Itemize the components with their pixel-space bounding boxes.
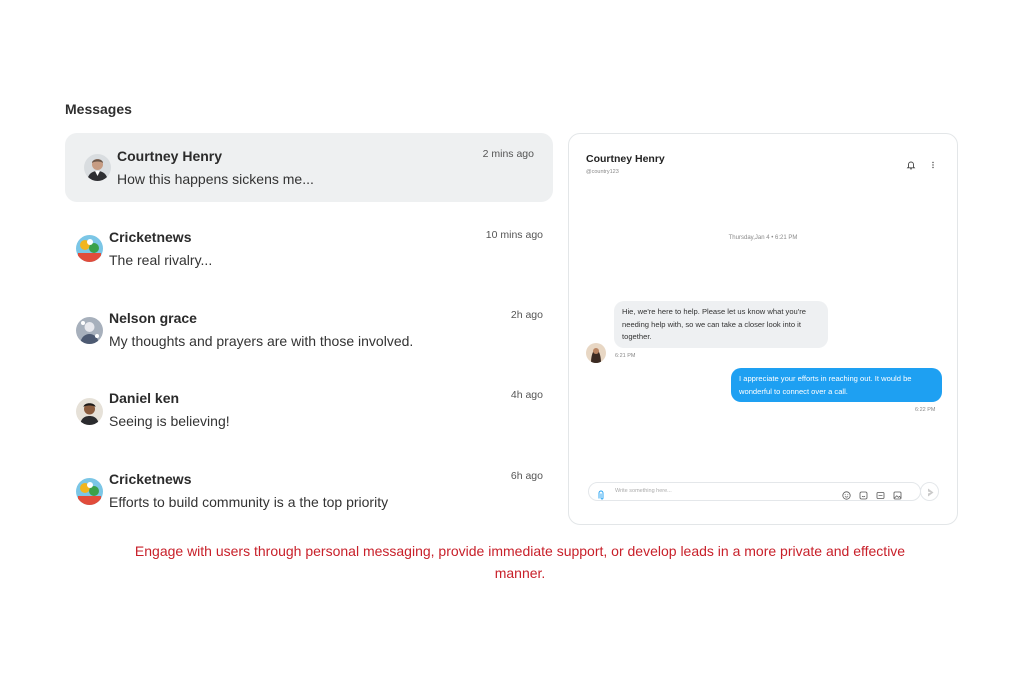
conversation-name: Nelson grace	[109, 310, 197, 326]
send-button[interactable]	[920, 482, 939, 501]
conversation-list: Courtney Henry How this happens sickens …	[65, 133, 553, 538]
conversation-preview: My thoughts and prayers are with those i…	[109, 333, 414, 349]
conversation-preview: Efforts to build community is a the top …	[109, 494, 389, 510]
conversation-preview: Seeing is believing!	[109, 413, 230, 429]
conversation-time: 2h ago	[510, 309, 543, 321]
message-time: 6:21 PM	[615, 353, 636, 359]
section-title: Messages	[65, 101, 132, 117]
conversation-name: Cricketnews	[109, 229, 192, 245]
conversation-item-cricketnews[interactable]: Cricketnews Efforts to build community i…	[65, 457, 553, 538]
conversation-preview: The real rivalry...	[109, 252, 213, 268]
conversation-time: 2 mins ago	[482, 148, 534, 160]
emoji-icon[interactable]	[842, 487, 851, 500]
conversation-item-daniel-ken[interactable]: Daniel ken Seeing is believing! 4h ago	[65, 376, 553, 457]
bell-icon[interactable]	[906, 157, 916, 170]
avatar	[84, 154, 111, 181]
feature-caption: Engage with users through personal messa…	[134, 543, 906, 581]
image-icon[interactable]	[893, 487, 902, 500]
conversation-item-nelson-grace[interactable]: Nelson grace My thoughts and prayers are…	[65, 295, 553, 376]
agent-avatar	[586, 343, 606, 363]
avatar	[76, 235, 103, 262]
gif-icon[interactable]	[876, 487, 885, 499]
more-vertical-icon[interactable]	[928, 157, 938, 169]
conversation-preview: How this happens sickens me...	[117, 171, 314, 187]
message-composer[interactable]: Write something here...	[588, 482, 921, 501]
sticker-icon[interactable]	[859, 487, 868, 500]
attachment-icon[interactable]	[597, 487, 605, 500]
avatar	[76, 317, 103, 344]
conversation-time: 6h ago	[510, 470, 543, 482]
chat-contact-name: Courtney Henry	[586, 153, 665, 165]
conversation-time: 4h ago	[510, 389, 543, 401]
outgoing-message: I appreciate your efforts in reaching ou…	[731, 368, 942, 402]
chat-contact-handle: @country123	[586, 169, 619, 175]
conversation-item-courtney-henry[interactable]: Courtney Henry How this happens sickens …	[65, 133, 553, 202]
chat-panel: Courtney Henry @country123 Thursday,Jan …	[568, 133, 958, 525]
message-input[interactable]: Write something here...	[615, 488, 672, 494]
avatar	[76, 478, 103, 505]
conversation-time: 10 mins ago	[485, 229, 543, 241]
send-icon	[928, 488, 934, 497]
conversation-item-cricketnews[interactable]: Cricketnews The real rivalry... 10 mins …	[65, 214, 553, 295]
date-separator: Thursday,Jan 4 • 6:21 PM	[728, 235, 798, 241]
incoming-message: Hie, we're here to help. Please let us k…	[614, 301, 828, 348]
conversation-name: Cricketnews	[109, 471, 192, 487]
avatar	[76, 398, 103, 425]
conversation-name: Daniel ken	[109, 390, 180, 406]
message-time: 6:22 PM	[915, 407, 936, 413]
conversation-name: Courtney Henry	[117, 148, 223, 164]
